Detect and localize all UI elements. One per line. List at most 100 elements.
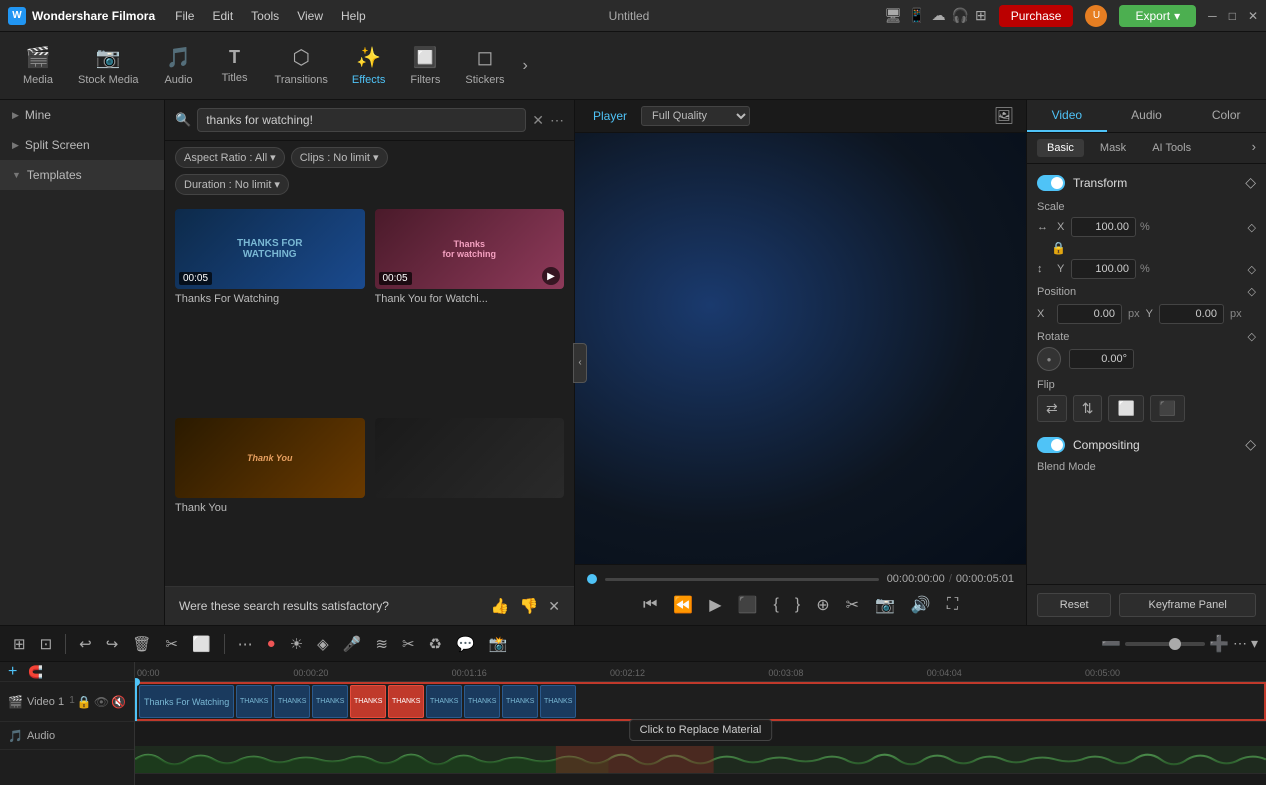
skip-back-icon[interactable]: ⏮: [639, 594, 661, 616]
thumbs-up-icon[interactable]: 👍: [491, 597, 510, 615]
cut-button[interactable]: ✂: [160, 632, 183, 656]
close-icon[interactable]: ✕: [1248, 9, 1258, 23]
left-panel-templates[interactable]: ▼ Templates: [0, 160, 164, 190]
magnet-icon[interactable]: 🧲: [23, 662, 48, 682]
stop-button[interactable]: ⬛: [734, 593, 762, 617]
add-track-button[interactable]: +: [8, 663, 17, 681]
feedback-close-icon[interactable]: ✕: [548, 598, 560, 615]
menu-help[interactable]: Help: [333, 5, 374, 27]
purchase-button[interactable]: Purchase: [999, 5, 1074, 27]
thumbs-down-icon[interactable]: 👎: [520, 597, 539, 615]
maximize-icon[interactable]: □: [1229, 9, 1236, 23]
search-clear-icon[interactable]: ✕: [532, 112, 544, 129]
record-button[interactable]: ●: [262, 632, 281, 655]
menu-tools[interactable]: Tools: [243, 5, 287, 27]
audio-icon[interactable]: 🔊: [907, 593, 935, 617]
clip-10[interactable]: THANKS: [540, 685, 576, 718]
compositing-toggle[interactable]: [1037, 437, 1065, 453]
toolbar-stock-media[interactable]: 📷 Stock Media: [68, 39, 149, 92]
toolbar-transitions[interactable]: ⬡ Transitions: [265, 39, 338, 92]
toolbar-media[interactable]: 🎬 Media: [12, 39, 64, 92]
playhead[interactable]: [135, 682, 137, 721]
clip-8[interactable]: THANKS: [464, 685, 500, 718]
flip-4-button[interactable]: ⬛: [1150, 395, 1185, 422]
brightness-icon[interactable]: ☀: [285, 632, 308, 656]
crop-icon[interactable]: ⬜: [187, 632, 216, 656]
headset-icon[interactable]: 🎧: [952, 7, 969, 24]
monitor-icon[interactable]: 🖥: [884, 7, 902, 24]
sub-tab-mask[interactable]: Mask: [1090, 139, 1136, 157]
toolbar-titles[interactable]: T Titles: [209, 41, 261, 90]
replace-tooltip[interactable]: Click to Replace Material: [629, 719, 773, 741]
left-panel-split-screen[interactable]: ▶ Split Screen: [0, 130, 164, 160]
lock-track-icon[interactable]: 🔒: [77, 695, 92, 709]
undo-button[interactable]: ↩: [74, 632, 97, 656]
list-item[interactable]: Thanksfor watching 00:05 ▶ Thank You for…: [375, 209, 565, 408]
delete-button[interactable]: 🗑: [127, 632, 156, 656]
toolbar-more-arrow[interactable]: ›: [518, 53, 531, 79]
pos-x-input[interactable]: [1057, 304, 1122, 324]
minimize-icon[interactable]: ─: [1208, 9, 1217, 23]
rotate-keyframe[interactable]: ◇: [1248, 330, 1256, 343]
position-keyframe[interactable]: ◇: [1248, 285, 1256, 298]
frame-back-icon[interactable]: ⏪: [669, 593, 697, 617]
collapse-panel-button[interactable]: ‹: [573, 343, 587, 383]
pos-y-input[interactable]: [1159, 304, 1224, 324]
clip-4[interactable]: THANKS: [312, 685, 348, 718]
menu-view[interactable]: View: [289, 5, 331, 27]
compositing-keyframe-icon[interactable]: ◇: [1245, 436, 1256, 453]
aspect-ratio-filter[interactable]: Aspect Ratio : All ▾: [175, 147, 285, 168]
scale-y-input[interactable]: 100.00: [1071, 259, 1136, 279]
export-button[interactable]: Export ▾: [1119, 5, 1196, 27]
flip-3-button[interactable]: ⬜: [1108, 395, 1143, 422]
more-icon[interactable]: ⋯: [233, 632, 258, 656]
clip-3[interactable]: THANKS: [274, 685, 310, 718]
toolbar-filters[interactable]: 🔲 Filters: [399, 39, 451, 92]
progress-track[interactable]: [605, 578, 879, 581]
clip-main[interactable]: Thanks For Watching: [139, 685, 234, 718]
mark-in-icon[interactable]: {: [770, 594, 783, 616]
zoom-thumb[interactable]: [1169, 638, 1181, 650]
redo-button[interactable]: ↪: [101, 632, 124, 656]
quality-select[interactable]: Full Quality Half Quality Quarter Qualit…: [641, 106, 750, 126]
phone-icon[interactable]: 📱: [908, 7, 925, 24]
rotate-input[interactable]: [1069, 349, 1134, 369]
scale-x-input[interactable]: 100.00: [1071, 217, 1136, 237]
timeline-settings-icon[interactable]: ▾: [1251, 635, 1258, 652]
replace-icon[interactable]: ♻: [424, 632, 447, 656]
add-marker-icon[interactable]: ⊕: [812, 593, 833, 617]
mark-out-icon[interactable]: }: [791, 594, 804, 616]
mask-icon[interactable]: ◈: [312, 632, 334, 656]
mute-track-icon[interactable]: 🔇: [111, 695, 126, 709]
sub-tabs-more-icon[interactable]: ›: [1252, 139, 1256, 157]
list-item[interactable]: THANKS FORWATCHING 00:05 Thanks For Watc…: [175, 209, 365, 408]
sub-tab-ai-tools[interactable]: AI Tools: [1142, 139, 1201, 157]
left-panel-mine[interactable]: ▶ Mine: [0, 100, 164, 130]
clip-7[interactable]: THANKS: [426, 685, 462, 718]
flip-v-button[interactable]: ⇅: [1073, 395, 1103, 422]
tab-video[interactable]: Video: [1027, 100, 1107, 132]
zoom-out-button[interactable]: ➖: [1101, 634, 1121, 654]
subtitle-icon[interactable]: 💬: [451, 632, 480, 656]
play-button[interactable]: ▶: [705, 593, 725, 617]
scene-detect-icon[interactable]: ⊞: [8, 632, 31, 656]
toolbar-effects[interactable]: ✨ Effects: [342, 39, 395, 92]
grid-icon[interactable]: ⊞: [975, 7, 987, 24]
cloud-icon[interactable]: ☁: [932, 7, 946, 24]
snapshot-tl-icon[interactable]: 📸: [484, 632, 513, 656]
transform-toggle[interactable]: [1037, 175, 1065, 191]
clip-6-active[interactable]: THANKS: [388, 685, 424, 718]
zoom-in-button[interactable]: ➕: [1209, 634, 1229, 654]
fullscreen-icon[interactable]: ⛶: [943, 594, 962, 616]
tab-audio[interactable]: Audio: [1107, 100, 1187, 132]
avatar[interactable]: U: [1085, 5, 1107, 27]
search-more-icon[interactable]: ⋯: [550, 112, 564, 129]
search-input[interactable]: [197, 108, 526, 132]
zoom-slider[interactable]: [1125, 642, 1205, 646]
duration-filter[interactable]: Duration : No limit ▾: [175, 174, 289, 195]
transform-keyframe-icon[interactable]: ◇: [1245, 174, 1256, 191]
toolbar-stickers[interactable]: ◻ Stickers: [455, 39, 514, 92]
tab-color[interactable]: Color: [1186, 100, 1266, 132]
timeline-more-button[interactable]: ⋯: [1233, 635, 1247, 652]
clips-filter[interactable]: Clips : No limit ▾: [291, 147, 388, 168]
